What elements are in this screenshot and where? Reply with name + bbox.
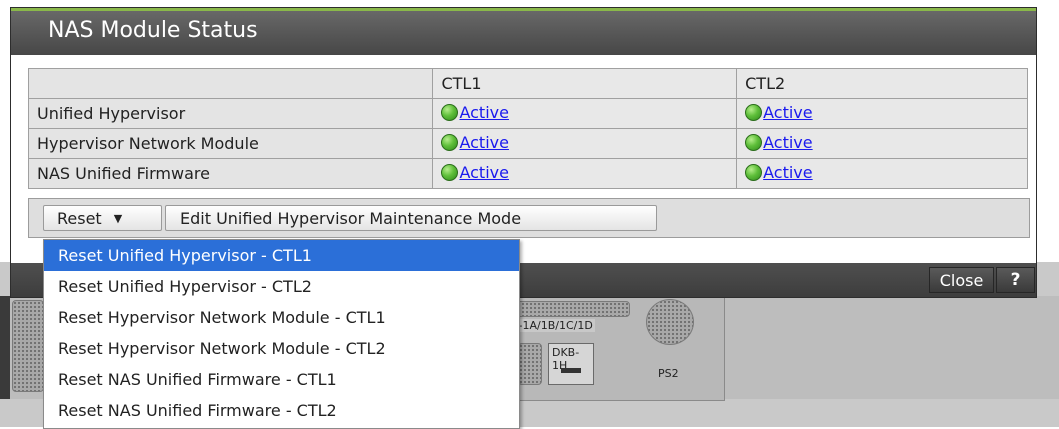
row-label-hypervisor-network-module: Hypervisor Network Module <box>27 128 434 159</box>
status-ok-icon <box>441 133 459 151</box>
status-cell: Active <box>432 158 738 189</box>
help-button[interactable]: ? <box>996 267 1035 293</box>
hardware-panel: 1B-1A/1B/1C/1D DKB-1H PS2 <box>502 296 725 401</box>
status-ok-icon <box>745 103 763 121</box>
hardware-vent-mid <box>518 343 542 385</box>
menu-item-reset-uh-ctl1[interactable]: Reset Unified Hypervisor - CTL1 <box>44 240 519 271</box>
menu-item-reset-hnm-ctl2[interactable]: Reset Hypervisor Network Module - CTL2 <box>44 333 519 364</box>
status-link[interactable]: Active <box>459 163 509 182</box>
dialog-title-bar: NAS Module Status <box>11 8 1036 55</box>
table-row: Hypervisor Network Module Active Active <box>27 128 1028 159</box>
column-header-ctl1: CTL1 <box>432 68 738 99</box>
status-cell: Active <box>736 98 1028 129</box>
status-ok-icon <box>441 163 459 181</box>
row-label-nas-unified-firmware: NAS Unified Firmware <box>27 158 434 189</box>
hardware-edge <box>0 296 10 399</box>
title-accent-line <box>11 8 1036 11</box>
status-ok-icon <box>745 133 763 151</box>
hardware-label-ps2: PS2 <box>658 367 679 380</box>
status-cell: Active <box>736 128 1028 159</box>
hardware-vent-top <box>516 301 630 317</box>
hardware-fan <box>646 299 694 345</box>
table-row: NAS Unified Firmware Active Active <box>27 158 1028 189</box>
menu-item-reset-nuf-ctl1[interactable]: Reset NAS Unified Firmware - CTL1 <box>44 364 519 395</box>
hardware-port <box>561 368 581 373</box>
status-cell: Active <box>432 98 738 129</box>
dialog-title: NAS Module Status <box>48 18 258 43</box>
row-label-unified-hypervisor: Unified Hypervisor <box>27 98 434 129</box>
chevron-down-icon: ▼ <box>113 211 123 225</box>
status-table: CTL1 CTL2 Unified Hypervisor Active Acti… <box>27 68 1028 189</box>
status-ok-icon <box>441 103 459 121</box>
reset-dropdown-button[interactable]: Reset ▼ <box>43 205 162 231</box>
status-cell: Active <box>736 158 1028 189</box>
menu-item-reset-hnm-ctl1[interactable]: Reset Hypervisor Network Module - CTL1 <box>44 302 519 333</box>
table-header-row: CTL1 CTL2 <box>27 68 1028 99</box>
status-link[interactable]: Active <box>763 163 813 182</box>
status-ok-icon <box>745 163 763 181</box>
edit-maintenance-mode-button[interactable]: Edit Unified Hypervisor Maintenance Mode <box>165 205 657 231</box>
status-link[interactable]: Active <box>459 103 509 122</box>
menu-item-reset-nuf-ctl2[interactable]: Reset NAS Unified Firmware - CTL2 <box>44 395 519 426</box>
reset-button-label: Reset <box>57 208 102 228</box>
table-row: Unified Hypervisor Active Active <box>27 98 1028 129</box>
status-cell: Active <box>432 128 738 159</box>
hardware-slot-dkb: DKB-1H <box>548 343 594 385</box>
status-link[interactable]: Active <box>763 103 813 122</box>
status-link[interactable]: Active <box>763 133 813 152</box>
hardware-module-left <box>12 300 44 392</box>
column-header-ctl2: CTL2 <box>736 68 1028 99</box>
status-link[interactable]: Active <box>459 133 509 152</box>
column-header-blank <box>27 68 434 99</box>
table-toolbar: Reset ▼ Edit Unified Hypervisor Maintena… <box>28 198 1030 238</box>
reset-dropdown-menu: Reset Unified Hypervisor - CTL1 Reset Un… <box>43 239 520 429</box>
menu-item-reset-uh-ctl2[interactable]: Reset Unified Hypervisor - CTL2 <box>44 271 519 302</box>
close-button[interactable]: Close <box>929 267 994 293</box>
